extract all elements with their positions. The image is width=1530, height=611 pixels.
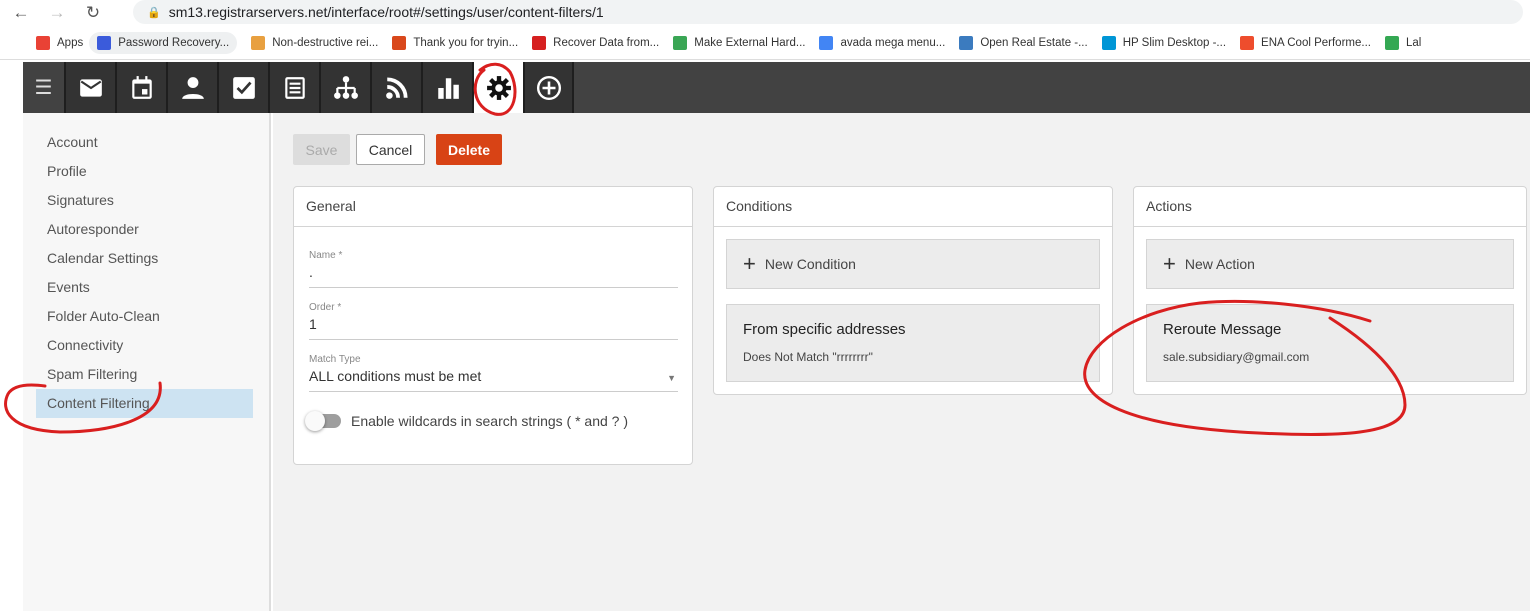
url-text: sm13.registrarservers.net/interface/root… bbox=[168, 4, 604, 20]
bookmark-favicon-icon bbox=[36, 35, 50, 50]
card-title: General bbox=[294, 187, 692, 227]
sidebar-item-spam-filtering[interactable]: Spam Filtering bbox=[23, 360, 253, 389]
bookmark-label: Non-destructive rei... bbox=[272, 36, 379, 49]
bookmark-label: avada mega menu... bbox=[840, 36, 946, 49]
sidebar-item-content-filtering[interactable]: Content Filtering bbox=[36, 389, 253, 418]
cancel-button[interactable]: Cancel bbox=[356, 134, 425, 165]
field-label: Match Type bbox=[309, 354, 361, 365]
field-value: ALL conditions must be met bbox=[309, 368, 482, 384]
save-button[interactable]: Save bbox=[293, 134, 350, 165]
bookmark-favicon-icon bbox=[819, 35, 834, 50]
button-label: New Condition bbox=[764, 256, 856, 272]
card-title: Conditions bbox=[714, 187, 1112, 227]
rss-icon[interactable] bbox=[370, 62, 421, 113]
settings-sidebar: Account Profile Signatures Autoresponder Cal… bbox=[23, 113, 271, 611]
sidebar-item-profile[interactable]: Profile bbox=[23, 157, 253, 186]
sidebar-item-folder-auto-clean[interactable]: Folder Auto-Clean bbox=[23, 302, 253, 331]
condition-item[interactable]: From specific addresses Does Not Match "r… bbox=[726, 304, 1100, 382]
contacts-icon[interactable] bbox=[166, 62, 217, 113]
actions-card: Actions + New Action Reroute Message sale.… bbox=[1133, 186, 1527, 395]
field-label: Name * bbox=[309, 250, 343, 261]
sidebar-item-signatures[interactable]: Signatures bbox=[23, 186, 253, 215]
general-card: General Name *. Order * 1 Match Type ALL c… bbox=[293, 186, 693, 465]
bookmark-favicon-icon bbox=[392, 35, 407, 50]
bookmark-item[interactable]: ENA Cool Performe... bbox=[1240, 35, 1371, 50]
field-label: Order * bbox=[309, 302, 342, 313]
settings-icon[interactable] bbox=[472, 62, 523, 113]
tasks-icon[interactable] bbox=[217, 62, 268, 113]
name-field[interactable]: Name *. bbox=[309, 250, 678, 288]
condition-title: From specific addresses bbox=[743, 321, 906, 338]
bookmark-label: Recover Data from... bbox=[553, 36, 660, 49]
notes-icon[interactable] bbox=[268, 62, 319, 113]
browser-toolbar: ← → ↻ 🔒 sm13.registrarservers.net/interfa… bbox=[0, 0, 1530, 26]
bookmark-label: Open Real Estate -... bbox=[980, 36, 1088, 49]
bookmark-favicon-icon bbox=[1101, 35, 1116, 50]
new-condition-button[interactable]: + New Condition bbox=[726, 239, 1100, 289]
sidebar-item-connectivity[interactable]: Connectivity bbox=[23, 331, 253, 360]
action-title: Reroute Message bbox=[1163, 321, 1282, 338]
app-toolbar: ☰ bbox=[23, 62, 1530, 113]
sidebar-item-account[interactable]: Account bbox=[23, 128, 253, 157]
bookmark-item[interactable]: Recover Data from... bbox=[532, 35, 660, 50]
bookmarks-bar: Apps Password Recovery... Non-destructive … bbox=[0, 26, 1530, 60]
field-value: . bbox=[309, 264, 313, 280]
address-bar[interactable]: 🔒 sm13.registrarservers.net/interface/roo… bbox=[133, 0, 1523, 24]
bookmark-favicon-icon bbox=[251, 35, 266, 50]
bookmark-label: Thank you for tryin... bbox=[413, 36, 519, 49]
sidebar-item-calendar-settings[interactable]: Calendar Settings bbox=[23, 244, 253, 273]
bookmark-item[interactable]: Apps bbox=[36, 35, 84, 50]
lock-icon: 🔒 bbox=[147, 6, 161, 19]
bookmark-item[interactable]: Lal bbox=[1384, 35, 1422, 50]
bookmark-favicon-icon bbox=[532, 35, 547, 50]
condition-detail: Does Not Match "rrrrrrrr" bbox=[743, 350, 873, 364]
bookmark-item[interactable]: Non-destructive rei... bbox=[251, 35, 379, 50]
conditions-card: Conditions + New Condition From specific … bbox=[713, 186, 1113, 395]
bookmark-label: ENA Cool Performe... bbox=[1261, 36, 1371, 49]
bookmark-label: Apps bbox=[57, 36, 84, 49]
bookmark-item[interactable]: Make External Hard... bbox=[673, 35, 806, 50]
sidebar-item-autoresponder[interactable]: Autoresponder bbox=[23, 215, 253, 244]
bookmark-favicon-icon bbox=[1384, 35, 1399, 50]
wildcard-label: Enable wildcards in search strings ( * a… bbox=[351, 413, 629, 429]
bookmark-favicon-icon bbox=[1240, 35, 1255, 50]
add-icon[interactable] bbox=[523, 62, 574, 113]
hamburger-menu-icon[interactable]: ☰ bbox=[23, 62, 64, 113]
bookmark-label: Password Recovery... bbox=[118, 36, 230, 49]
back-icon[interactable]: ← bbox=[6, 3, 36, 23]
field-value: 1 bbox=[309, 316, 317, 332]
main-content: Save Cancel Delete General Name *. Order… bbox=[273, 113, 1530, 611]
dropdown-arrow-icon: ▼ bbox=[667, 373, 676, 383]
bookmark-favicon-icon bbox=[673, 35, 688, 50]
match-type-select[interactable]: Match Type ALL conditions must be met ▼ bbox=[309, 354, 678, 392]
calendar-icon[interactable] bbox=[115, 62, 166, 113]
bookmark-item[interactable]: Open Real Estate -... bbox=[959, 35, 1088, 50]
bookmark-favicon-icon bbox=[959, 35, 974, 50]
bookmark-item[interactable]: Password Recovery... bbox=[89, 31, 238, 54]
new-action-button[interactable]: + New Action bbox=[1146, 239, 1514, 289]
bookmark-favicon-icon bbox=[97, 35, 112, 50]
plus-icon: + bbox=[743, 251, 756, 276]
bookmark-item[interactable]: avada mega menu... bbox=[819, 35, 946, 50]
plus-icon: + bbox=[1163, 251, 1176, 276]
bookmark-label: Lal bbox=[1405, 36, 1422, 49]
wildcard-toggle-row: Enable wildcards in search strings ( * a… bbox=[305, 411, 629, 431]
action-item[interactable]: Reroute Message sale.subsidiary@gmail.com bbox=[1146, 304, 1514, 382]
action-detail: sale.subsidiary@gmail.com bbox=[1163, 350, 1310, 364]
reload-icon[interactable]: ↻ bbox=[78, 3, 108, 23]
reports-icon[interactable] bbox=[421, 62, 472, 113]
bookmark-item[interactable]: Thank you for tryin... bbox=[392, 35, 519, 50]
hierarchy-icon[interactable] bbox=[319, 62, 370, 113]
bookmark-item[interactable]: HP Slim Desktop -... bbox=[1101, 35, 1227, 50]
bookmark-label: Make External Hard... bbox=[694, 36, 806, 49]
button-label: New Action bbox=[1184, 256, 1255, 272]
wildcard-toggle[interactable] bbox=[305, 411, 341, 431]
card-title: Actions bbox=[1134, 187, 1526, 227]
mail-icon[interactable] bbox=[64, 62, 115, 113]
order-field[interactable]: Order * 1 bbox=[309, 302, 678, 340]
sidebar-item-events[interactable]: Events bbox=[23, 273, 253, 302]
delete-button[interactable]: Delete bbox=[436, 134, 502, 165]
bookmark-label: HP Slim Desktop -... bbox=[1122, 36, 1227, 49]
forward-icon[interactable]: → bbox=[42, 3, 72, 23]
